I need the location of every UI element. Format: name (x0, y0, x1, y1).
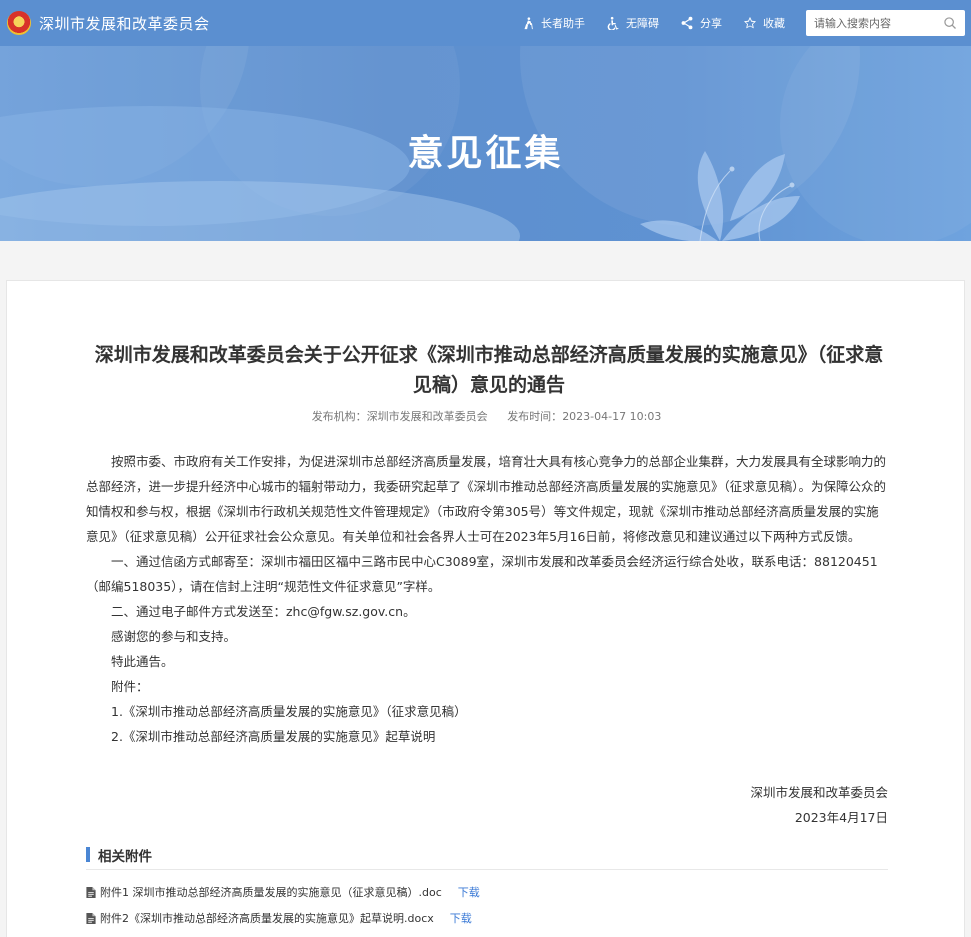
article-paragraph: 附件： (111, 679, 149, 694)
share-button[interactable]: 分享 (680, 15, 722, 31)
document-icon (86, 886, 96, 898)
article-card: 深圳市发展和改革委员会关于公开征求《深圳市推动总部经济高质量发展的实施意见》（征… (6, 280, 965, 937)
publisher-label: 发布机构： (311, 410, 367, 423)
favorite-label: 收藏 (763, 17, 785, 30)
article-paragraph: 二、通过电子邮件方式发送至：zhc@fgw.sz.gov.cn。 (111, 604, 416, 619)
article-paragraph: 按照市委、市政府有关工作安排，为促进深圳市总部经济高质量发展，培育壮大具有核心竞… (86, 454, 887, 544)
section-marker (86, 847, 90, 862)
star-icon (743, 16, 757, 29)
publish-date-label: 发布时间： (507, 410, 563, 423)
banner-title: 意见征集 (407, 133, 564, 174)
accessibility-button[interactable]: 无障碍 (606, 15, 659, 31)
accessibility-label: 无障碍 (626, 17, 659, 30)
accessibility-icon (607, 16, 619, 30)
document-icon (86, 912, 96, 924)
site-name[interactable]: 深圳市发展和改革委员会 (39, 13, 210, 34)
attachment-list: 附件1 深圳市推动总部经济高质量发展的实施意见（征求意见稿）.doc 下载 附件… (86, 879, 480, 931)
attachment-item: 附件1 深圳市推动总部经济高质量发展的实施意见（征求意见稿）.doc 下载 (86, 879, 480, 905)
share-icon (681, 16, 693, 30)
header-tools: 长者助手 无障碍 分享 收藏 (521, 0, 971, 46)
download-link[interactable]: 下载 (450, 910, 472, 926)
publisher-info: 发布机构：深圳市发展和改革委员会 (312, 410, 488, 423)
attachment-name[interactable]: 附件2《深圳市推动总部经济高质量发展的实施意见》起草说明.docx (100, 910, 434, 926)
national-emblem-icon (7, 11, 31, 35)
article-signature: 深圳市发展和改革委员会 2023年4月17日 (86, 780, 888, 830)
top-nav-bar: 深圳市发展和改革委员会 长者助手 无障碍 分享 收藏 (0, 0, 971, 46)
attachment-name[interactable]: 附件1 深圳市推动总部经济高质量发展的实施意见（征求意见稿）.doc (100, 884, 442, 900)
publish-date-info: 发布时间：2023-04-17 10:03 (507, 410, 661, 423)
signature-org: 深圳市发展和改革委员会 (750, 785, 888, 800)
attachments-header: 相关附件 (86, 846, 888, 870)
attachments-heading: 相关附件 (98, 848, 152, 865)
article-paragraph: 2.《深圳市推动总部经济高质量发展的实施意见》起草说明 (111, 729, 436, 744)
signature-date: 2023年4月17日 (794, 810, 888, 825)
publisher-value: 深圳市发展和改革委员会 (366, 410, 488, 423)
download-link[interactable]: 下载 (458, 884, 480, 900)
article-paragraph: 特此通告。 (111, 654, 174, 669)
search-icon[interactable] (943, 16, 957, 30)
search-input[interactable] (814, 16, 934, 30)
elder-assistant-icon (524, 17, 533, 30)
article-meta: 发布机构：深圳市发展和改革委员会 发布时间：2023-04-17 10:03 (7, 408, 966, 424)
share-label: 分享 (700, 17, 722, 30)
article-paragraph: 一、通过信函方式邮寄至：深圳市福田区福中三路市民中心C3089室，深圳市发展和改… (86, 554, 878, 594)
article-title: 深圳市发展和改革委员会关于公开征求《深圳市推动总部经济高质量发展的实施意见》（征… (94, 344, 884, 396)
elder-assistant-button[interactable]: 长者助手 (521, 15, 585, 31)
favorite-button[interactable]: 收藏 (743, 15, 785, 31)
page-banner: 意见征集 (0, 46, 971, 241)
article-body: 按照市委、市政府有关工作安排，为促进深圳市总部经济高质量发展，培育壮大具有核心竞… (86, 449, 888, 749)
article-paragraph: 感谢您的参与和支持。 (111, 629, 237, 644)
search-box (806, 10, 965, 36)
article-paragraph: 1.《深圳市推动总部经济高质量发展的实施意见》（征求意见稿） (111, 704, 467, 719)
attachment-item: 附件2《深圳市推动总部经济高质量发展的实施意见》起草说明.docx 下载 (86, 905, 480, 931)
elder-assistant-label: 长者助手 (541, 17, 585, 30)
publish-date-value: 2023-04-17 10:03 (562, 410, 662, 423)
